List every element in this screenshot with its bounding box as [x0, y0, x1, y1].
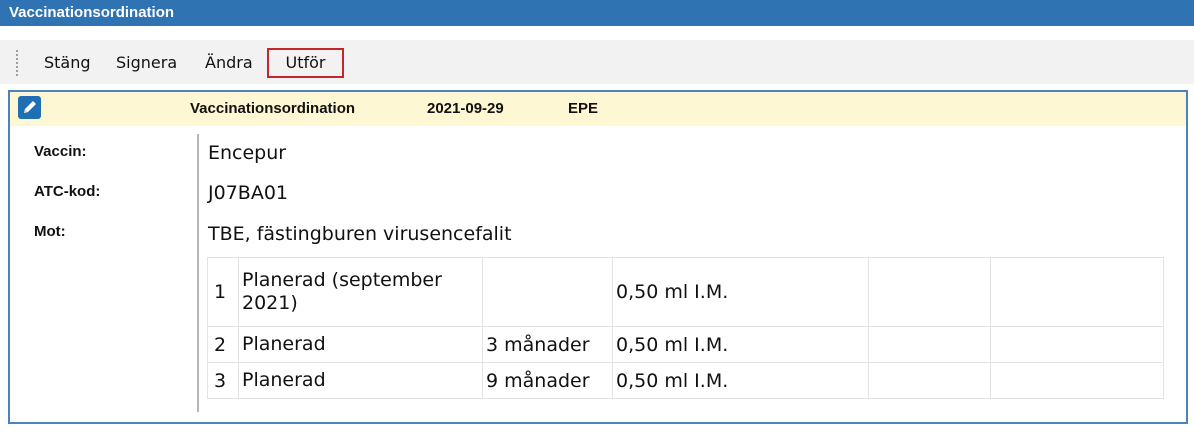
dose-status: Planerad — [238, 362, 483, 399]
dose-interval: 3 månader — [482, 326, 613, 363]
dose-status: Planerad — [238, 326, 483, 363]
toolbar: Stäng Signera Ändra Utför — [0, 40, 1194, 84]
field-divider — [197, 134, 199, 412]
dose-number: 2 — [207, 326, 239, 363]
close-button[interactable]: Stäng — [38, 48, 97, 78]
order-header-title: Vaccinationsordination — [190, 100, 356, 117]
toolbar-grip[interactable] — [15, 49, 19, 77]
vaccine-label: Vaccin: — [34, 143, 87, 160]
atc-code-label: ATC-kod: — [34, 183, 101, 200]
dose-status: Planerad (september 2021) — [238, 257, 483, 327]
execute-button[interactable]: Utför — [267, 48, 344, 78]
atc-code-value: J07BA01 — [208, 182, 288, 204]
dose-amount: 0,50 ml I.M. — [612, 257, 869, 327]
dose-row[interactable]: 2 Planerad 3 månader 0,50 ml I.M. — [207, 326, 1164, 363]
dose-empty-cell — [868, 257, 991, 327]
vaccination-order-window: Vaccinationsordination Stäng Signera Änd… — [0, 0, 1194, 435]
dose-empty-cell — [990, 257, 1164, 327]
dose-empty-cell — [990, 362, 1164, 399]
order-header: Vaccinationsordination 2021-09-29 EPE — [10, 92, 1186, 126]
dose-empty-cell — [868, 362, 991, 399]
against-label: Mot: — [34, 223, 66, 240]
dose-interval: 9 månader — [482, 362, 613, 399]
dose-row[interactable]: 3 Planerad 9 månader 0,50 ml I.M. — [207, 362, 1164, 399]
against-value: TBE, fästingburen virusencefalit — [208, 223, 512, 245]
order-header-user: EPE — [568, 100, 599, 117]
dose-number: 1 — [207, 257, 239, 327]
dose-amount: 0,50 ml I.M. — [612, 326, 869, 363]
dose-empty-cell — [990, 326, 1164, 363]
order-panel: Vaccinationsordination 2021-09-29 EPE Va… — [8, 90, 1188, 424]
window-title: Vaccinationsordination — [0, 0, 1194, 26]
dose-number: 3 — [207, 362, 239, 399]
edit-button[interactable]: Ändra — [199, 48, 259, 78]
dose-interval — [482, 257, 613, 327]
dose-schedule-table: 1 Planerad (september 2021) 0,50 ml I.M.… — [207, 257, 1164, 399]
dose-empty-cell — [868, 326, 991, 363]
vaccine-value: Encepur — [208, 142, 287, 164]
edit-icon[interactable] — [18, 96, 41, 119]
dose-row[interactable]: 1 Planerad (september 2021) 0,50 ml I.M. — [207, 257, 1164, 327]
sign-button[interactable]: Signera — [110, 48, 183, 78]
order-header-date: 2021-09-29 — [427, 100, 504, 117]
dose-amount: 0,50 ml I.M. — [612, 362, 869, 399]
